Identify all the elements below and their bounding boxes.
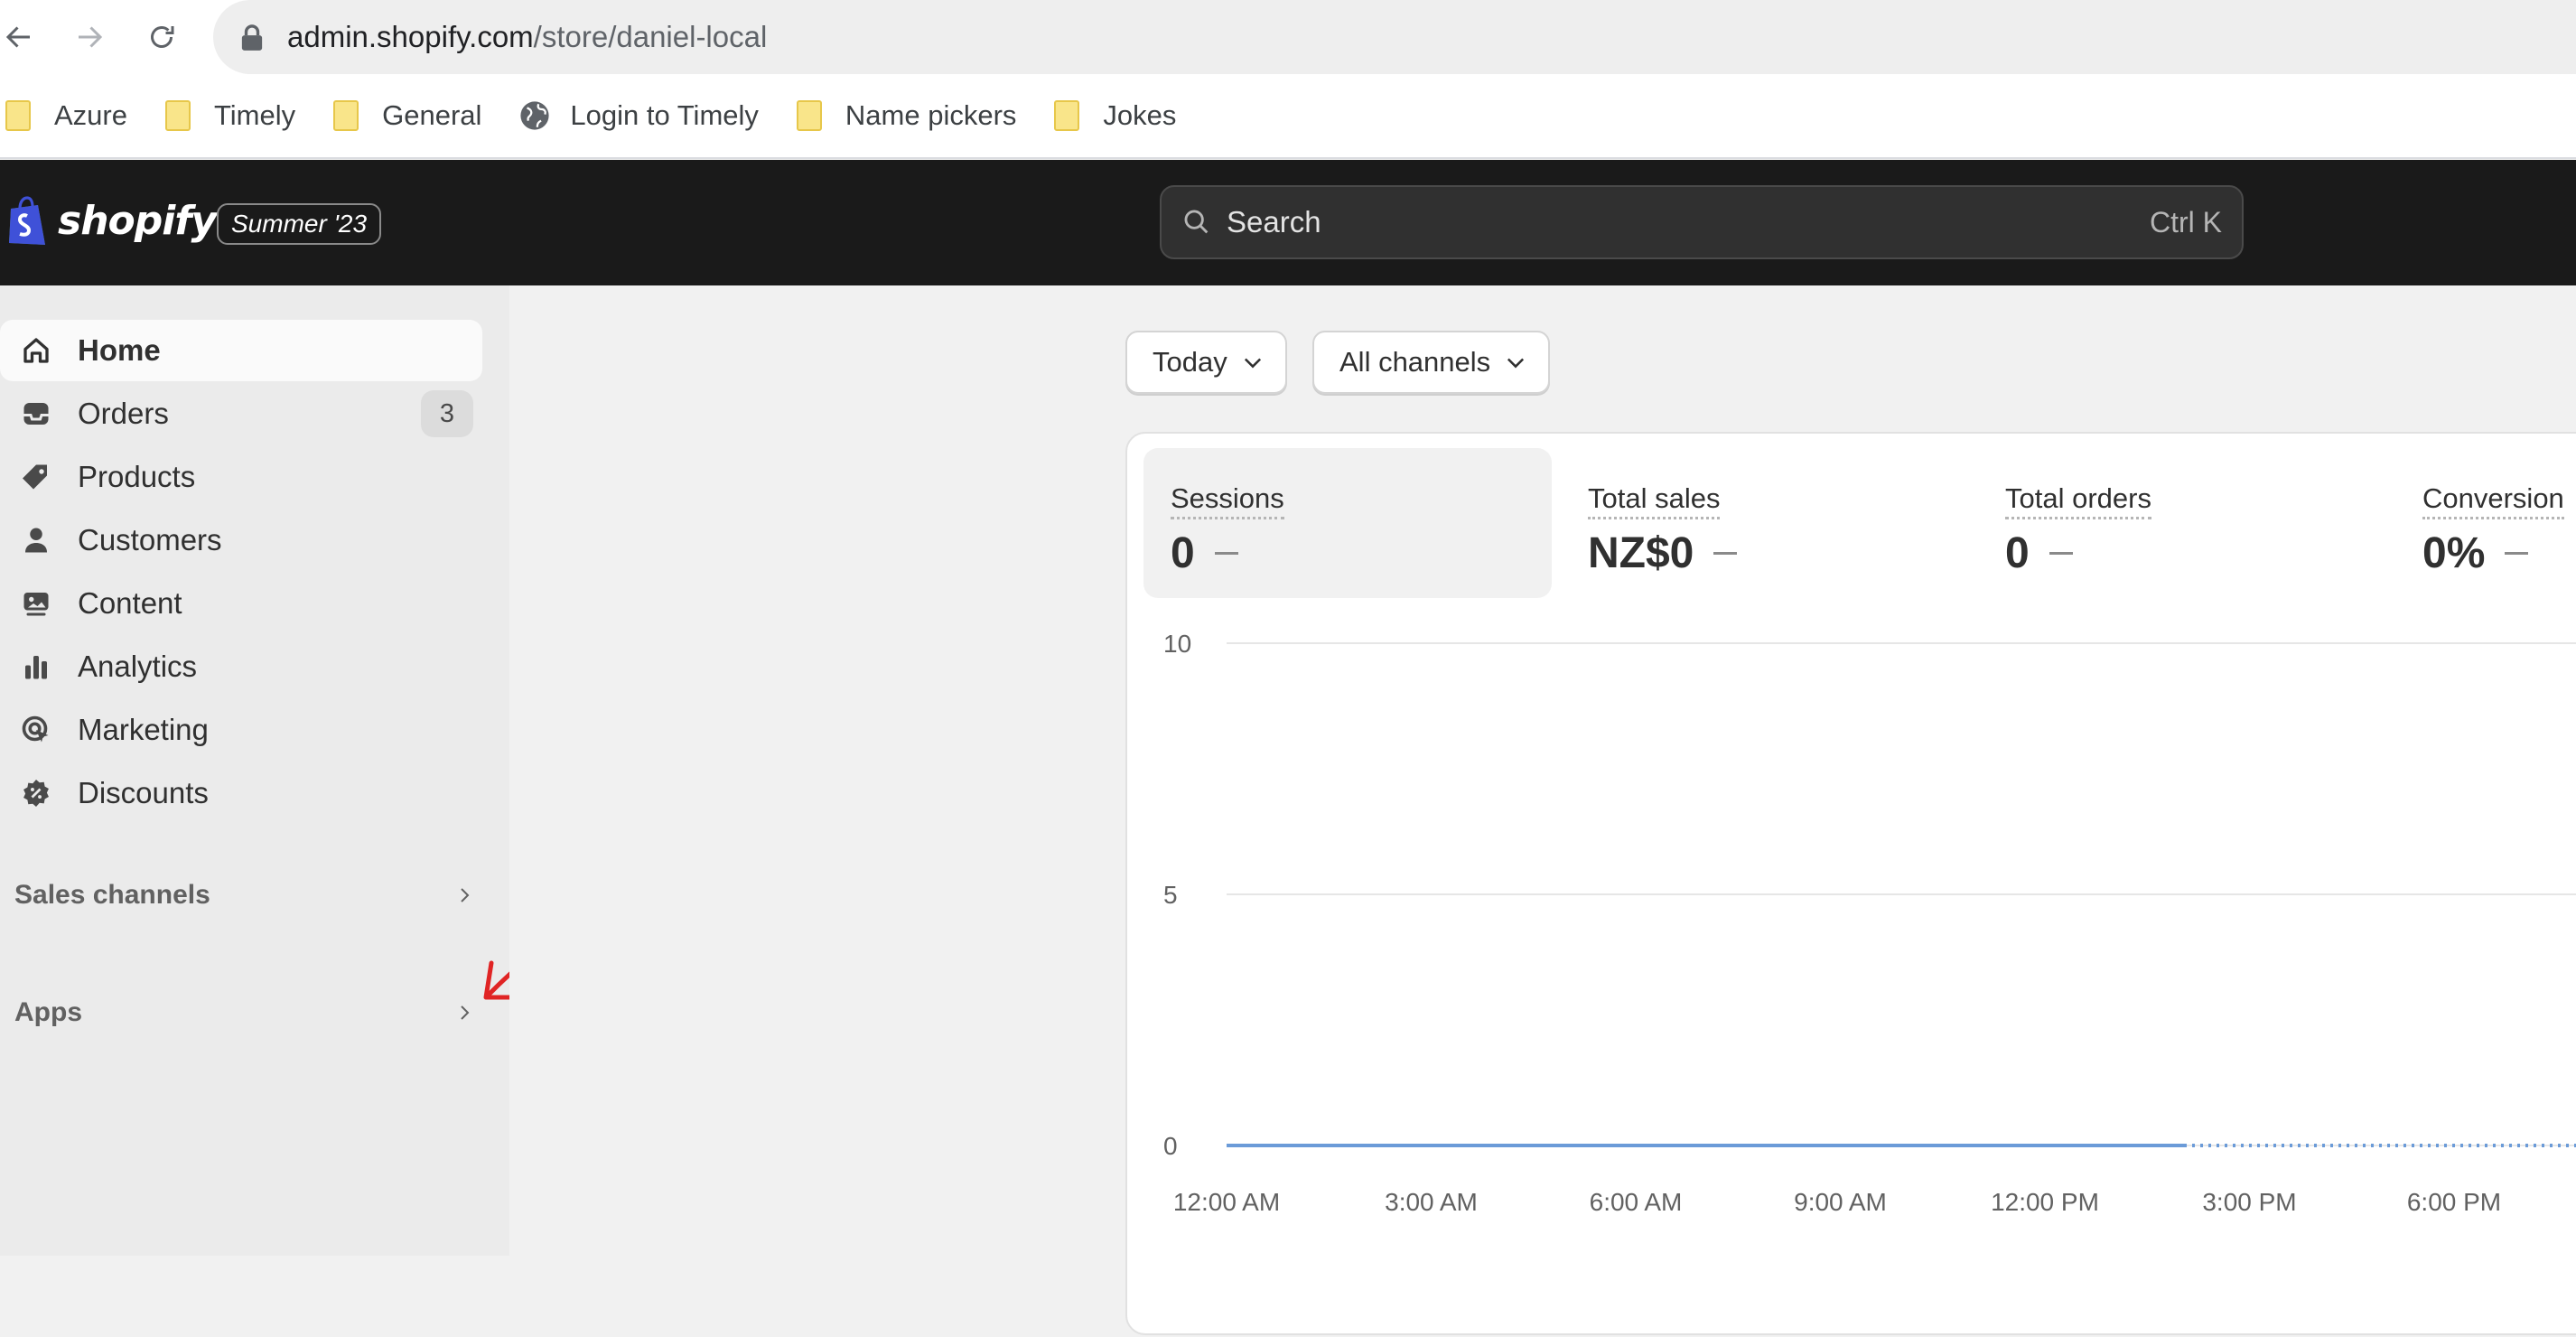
browser-toolbar: admin.shopify.com/store/daniel-local — [0, 0, 2576, 74]
shopify-logo[interactable]: shopify — [5, 194, 217, 247]
sidebar-item-label: Orders — [78, 397, 169, 430]
metric-total-orders[interactable]: Total orders 0 — [1978, 448, 2386, 598]
reload-icon — [151, 26, 174, 48]
x-tick-label: 3:00 AM — [1385, 1188, 1478, 1216]
forward-button[interactable] — [65, 13, 114, 61]
date-filter-button[interactable]: Today — [1125, 331, 1287, 394]
bookmark-jokes[interactable]: Jokes — [1054, 99, 1176, 132]
channel-filter-button[interactable]: All channels — [1312, 331, 1551, 394]
sidebar-nav: Home Orders 3 Products Customers Content… — [0, 285, 509, 1256]
metric-conversion[interactable]: Conversion 0% — [2395, 448, 2576, 598]
x-tick-label: 9:00 AM — [1794, 1188, 1887, 1216]
sidebar-item-products[interactable]: Products — [0, 446, 482, 508]
url-host: admin.shopify.com — [287, 20, 534, 53]
sidebar-item-label: Analytics — [78, 650, 198, 683]
folder-icon — [796, 100, 822, 131]
person-icon — [18, 522, 54, 558]
folder-icon — [333, 100, 359, 131]
chevron-down-icon — [1244, 358, 1261, 369]
sidebar-item-orders[interactable]: Orders 3 — [0, 383, 482, 444]
metric-sessions[interactable]: Sessions 0 — [1143, 448, 1552, 598]
bookmark-login-to-timely[interactable]: Login to Timely — [519, 99, 759, 132]
sidebar-item-home[interactable]: Home — [0, 320, 482, 381]
x-tick-label: 12:00 AM — [1173, 1188, 1280, 1216]
search-input[interactable]: Search Ctrl K — [1160, 185, 2244, 259]
metric-value: NZ$0 — [1588, 529, 1694, 577]
sessions-chart: 10 5 0 12:00 AM 3:00 AM 6:00 AM 9:00 AM 12:00 P… — [1163, 632, 2576, 1216]
reload-button[interactable] — [137, 13, 186, 61]
metric-value: 0% — [2422, 529, 2486, 577]
sidebar-item-label: Marketing — [78, 713, 209, 746]
discount-icon — [18, 775, 54, 811]
bookmark-timely[interactable]: Timely — [164, 99, 295, 132]
sidebar-item-marketing[interactable]: Marketing — [0, 699, 482, 761]
sidebar-item-label: Content — [78, 586, 182, 620]
x-tick-label: 6:00 AM — [1590, 1188, 1683, 1216]
search-shortcut: Ctrl K — [2150, 205, 2222, 238]
metric-label: Sessions — [1171, 482, 1284, 519]
forward-arrow-icon — [79, 26, 103, 48]
content-icon — [18, 585, 54, 622]
sidebar-item-discounts[interactable]: Discounts — [0, 762, 482, 824]
chevron-down-icon — [1507, 358, 1525, 369]
inbox-icon — [18, 396, 54, 432]
metric-label: Total sales — [1588, 482, 1721, 519]
sidebar-item-content[interactable]: Content — [0, 573, 482, 634]
address-bar[interactable]: admin.shopify.com/store/daniel-local — [213, 0, 2576, 74]
bookmark-name-pickers[interactable]: Name pickers — [796, 99, 1016, 132]
y-tick-label: 5 — [1163, 881, 1178, 909]
sidebar-item-label: Home — [78, 333, 161, 367]
tag-icon — [18, 459, 54, 495]
main-content: Today All channels Sessions 0 Total sale… — [509, 285, 2576, 1335]
bookmarks-bar: Azure Timely General Login to Timely Nam… — [0, 74, 2576, 159]
search-icon — [1184, 210, 1209, 234]
trend-dash — [1713, 552, 1738, 555]
metric-value: 0 — [2005, 529, 2030, 577]
sidebar-item-analytics[interactable]: Analytics — [0, 636, 482, 697]
section-label: Apps — [14, 997, 82, 1027]
x-tick-label: 12:00 PM — [1991, 1188, 2099, 1216]
bookmark-general[interactable]: General — [333, 99, 481, 132]
edition-badge[interactable]: Summer '23 — [217, 203, 382, 245]
orders-count-badge: 3 — [421, 390, 473, 437]
analytics-card: Sessions 0 Total sales NZ$0 Total orders… — [1125, 432, 2576, 1335]
url-path: /store/daniel-local — [533, 20, 768, 53]
trend-dash — [2049, 552, 2073, 555]
x-tick-label: 6:00 PM — [2407, 1188, 2501, 1216]
metric-value: 0 — [1171, 529, 1195, 577]
metric-total-sales[interactable]: Total sales NZ$0 — [1561, 448, 1969, 598]
lock-icon — [241, 24, 263, 51]
metric-label: Total orders — [2005, 482, 2151, 519]
globe-icon — [520, 101, 549, 130]
back-arrow-icon — [5, 26, 30, 48]
channel-filter-label: All channels — [1339, 346, 1491, 378]
x-tick-label: 3:00 PM — [2202, 1188, 2296, 1216]
search-placeholder: Search — [1227, 205, 1321, 238]
sidebar-item-label: Products — [78, 460, 196, 493]
shopify-wordmark: shopify — [58, 197, 217, 244]
sidebar-item-label: Discounts — [78, 776, 209, 809]
sidebar-item-customers[interactable]: Customers — [0, 510, 482, 571]
apps-section[interactable]: Apps — [14, 990, 475, 1035]
trend-dash — [2505, 552, 2529, 555]
back-button[interactable] — [0, 13, 43, 61]
shopify-topbar: shopify Summer '23 Search Ctrl K — [0, 160, 2576, 285]
sidebar-item-label: Customers — [78, 523, 222, 556]
section-label: Sales channels — [14, 880, 210, 910]
metric-label: Conversion — [2422, 482, 2564, 519]
folder-icon — [5, 100, 31, 131]
bookmark-azure[interactable]: Azure — [5, 99, 127, 132]
y-tick-label: 10 — [1163, 632, 1191, 658]
sales-channels-section[interactable]: Sales channels — [14, 873, 475, 918]
target-icon — [18, 712, 54, 748]
folder-icon — [1054, 100, 1080, 131]
trend-dash — [1214, 552, 1238, 555]
bar-chart-icon — [18, 649, 54, 685]
folder-icon — [164, 100, 191, 131]
shopify-bag-icon — [9, 196, 45, 245]
y-tick-label: 0 — [1163, 1132, 1178, 1160]
home-icon — [18, 332, 54, 369]
date-filter-label: Today — [1153, 346, 1227, 378]
